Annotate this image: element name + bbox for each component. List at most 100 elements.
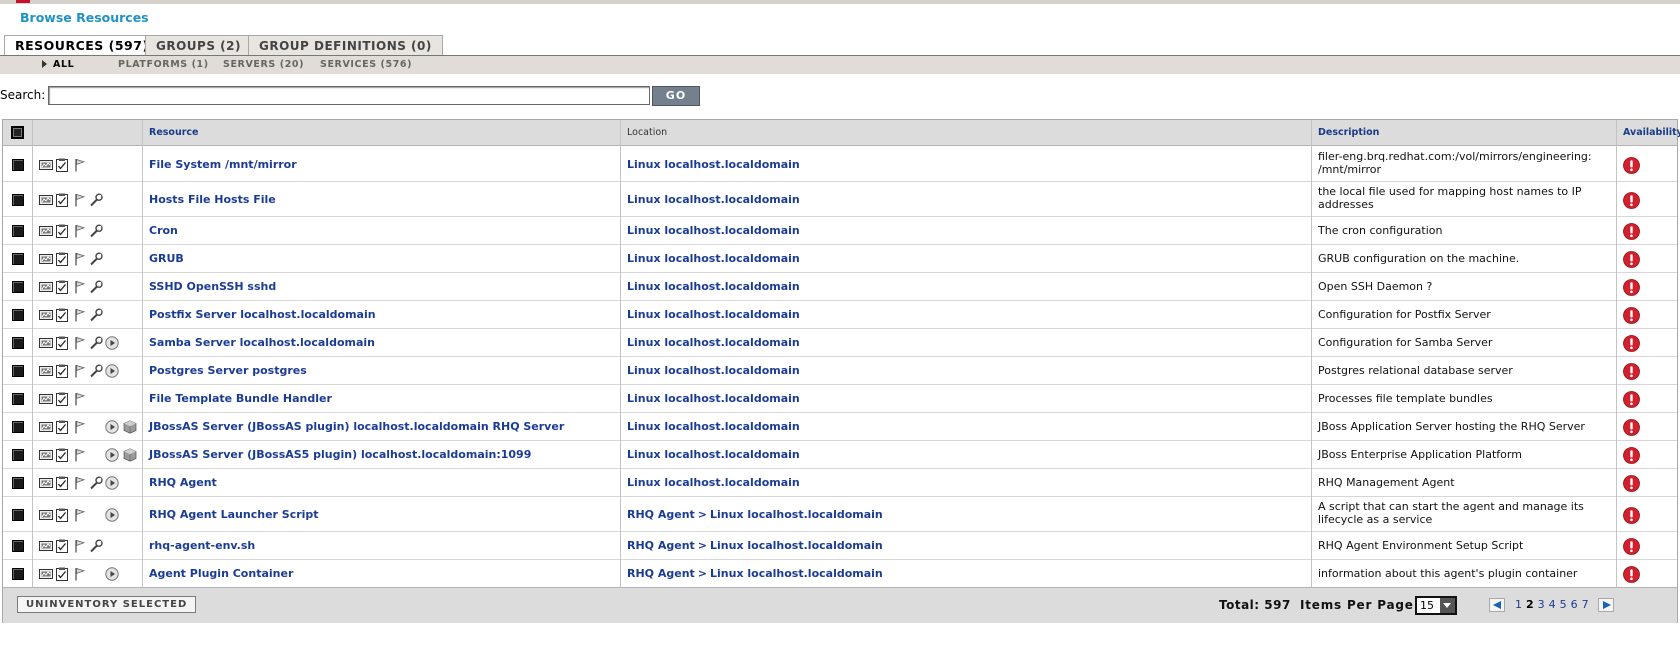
row-checkbox[interactable] [12, 281, 24, 293]
monitor-icon[interactable] [39, 280, 53, 294]
configure-icon[interactable] [89, 364, 103, 378]
location-link[interactable]: Linux localhost.localdomain [627, 280, 800, 293]
resource-link[interactable]: rhq-agent-env.sh [149, 539, 255, 552]
items-per-page-select[interactable]: 15 [1415, 596, 1457, 615]
inventory-icon[interactable] [55, 252, 69, 266]
inventory-icon[interactable] [55, 158, 69, 172]
monitor-icon[interactable] [39, 420, 53, 434]
inventory-icon[interactable] [55, 392, 69, 406]
alert-icon[interactable] [73, 224, 87, 238]
tab-group-definitions[interactable]: GROUP DEFINITIONS (0) [248, 35, 443, 56]
configure-icon[interactable] [89, 252, 103, 266]
operation-icon[interactable] [105, 364, 119, 378]
row-checkbox[interactable] [12, 365, 24, 377]
alert-icon[interactable] [73, 539, 87, 553]
inventory-icon[interactable] [55, 420, 69, 434]
row-checkbox[interactable] [12, 540, 24, 552]
resource-link[interactable]: Postgres Server postgres [149, 364, 307, 377]
resource-link[interactable]: JBossAS Server (JBossAS plugin) localhos… [149, 420, 564, 433]
row-checkbox[interactable] [12, 225, 24, 237]
inventory-icon[interactable] [55, 539, 69, 553]
alert-icon[interactable] [73, 476, 87, 490]
resource-link[interactable]: Agent Plugin Container [149, 567, 293, 580]
resource-link[interactable]: File System /mnt/mirror [149, 158, 297, 171]
location-link[interactable]: RHQ Agent [627, 567, 695, 580]
resource-link[interactable]: Hosts File Hosts File [149, 193, 276, 206]
inventory-icon[interactable] [55, 280, 69, 294]
operation-icon[interactable] [105, 420, 119, 434]
configure-icon[interactable] [89, 539, 103, 553]
select-all-checkbox[interactable] [11, 126, 24, 139]
location-link[interactable]: Linux localhost.localdomain [627, 476, 800, 489]
row-checkbox[interactable] [12, 393, 24, 405]
row-checkbox[interactable] [12, 508, 24, 521]
inventory-icon[interactable] [55, 224, 69, 238]
resource-link[interactable]: RHQ Agent Launcher Script [149, 508, 319, 521]
inventory-icon[interactable] [55, 448, 69, 462]
monitor-icon[interactable] [39, 364, 53, 378]
operation-icon[interactable] [105, 476, 119, 490]
page-link[interactable]: 7 [1580, 598, 1591, 611]
inventory-icon[interactable] [55, 193, 69, 207]
alert-icon[interactable] [73, 420, 87, 434]
row-checkbox[interactable] [12, 309, 24, 321]
row-checkbox[interactable] [12, 337, 24, 349]
configure-icon[interactable] [89, 280, 103, 294]
configure-icon[interactable] [89, 476, 103, 490]
subtab-platforms[interactable]: PLATFORMS (1) [118, 59, 209, 70]
row-checkbox[interactable] [12, 421, 24, 433]
resource-link[interactable]: SSHD OpenSSH sshd [149, 280, 276, 293]
resource-link[interactable]: File Template Bundle Handler [149, 392, 332, 405]
page-link[interactable]: 4 [1547, 598, 1558, 611]
resource-link[interactable]: GRUB [149, 252, 184, 265]
location-link[interactable]: Linux localhost.localdomain [627, 158, 800, 171]
operation-icon[interactable] [105, 448, 119, 462]
operation-icon[interactable] [105, 336, 119, 350]
location-link[interactable]: Linux localhost.localdomain [627, 193, 800, 206]
column-resource[interactable]: Resource [145, 120, 198, 146]
monitor-icon[interactable] [39, 539, 53, 553]
location-link[interactable]: Linux localhost.localdomain [627, 448, 800, 461]
row-checkbox[interactable] [12, 449, 24, 461]
location-link[interactable]: Linux localhost.localdomain [627, 364, 800, 377]
subtab-services[interactable]: SERVICES (576) [320, 59, 412, 70]
configure-icon[interactable] [89, 308, 103, 322]
location-link[interactable]: Linux localhost.localdomain [627, 224, 800, 237]
search-input[interactable] [48, 86, 650, 105]
alert-icon[interactable] [73, 392, 87, 406]
location-link[interactable]: Linux localhost.localdomain [627, 392, 800, 405]
inventory-icon[interactable] [55, 567, 69, 581]
monitor-icon[interactable] [39, 308, 53, 322]
operation-icon[interactable] [105, 507, 119, 522]
alert-icon[interactable] [73, 448, 87, 462]
resource-link[interactable]: Samba Server localhost.localdomain [149, 336, 375, 349]
monitor-icon[interactable] [39, 336, 53, 350]
location-link[interactable]: Linux localhost.localdomain [627, 308, 800, 321]
configure-icon[interactable] [89, 192, 103, 207]
alert-icon[interactable] [73, 158, 87, 172]
uninventory-selected-button[interactable]: UNINVENTORY SELECTED [17, 596, 197, 613]
monitor-icon[interactable] [39, 224, 53, 238]
location-link[interactable]: RHQ Agent [627, 508, 695, 521]
monitor-icon[interactable] [39, 476, 53, 490]
page-link[interactable]: 3 [1536, 598, 1547, 611]
location-link[interactable]: Linux localhost.localdomain [627, 336, 800, 349]
inventory-icon[interactable] [55, 508, 69, 522]
alert-icon[interactable] [73, 336, 87, 350]
column-availability[interactable]: Availability [1619, 120, 1680, 146]
monitor-icon[interactable] [39, 448, 53, 462]
row-checkbox[interactable] [12, 158, 24, 171]
row-checkbox[interactable] [12, 568, 24, 580]
alert-icon[interactable] [73, 308, 87, 322]
inventory-icon[interactable] [55, 476, 69, 490]
location-link[interactable]: RHQ Agent [627, 539, 695, 552]
monitor-icon[interactable] [39, 508, 53, 522]
resource-link[interactable]: JBossAS Server (JBossAS5 plugin) localho… [149, 448, 531, 461]
go-button[interactable]: GO [652, 86, 700, 106]
monitor-icon[interactable] [39, 158, 53, 172]
alert-icon[interactable] [73, 193, 87, 207]
alert-icon[interactable] [73, 280, 87, 294]
page-link[interactable]: 1 [1513, 598, 1524, 611]
alert-icon[interactable] [73, 252, 87, 266]
next-page-arrow-icon[interactable] [1598, 598, 1614, 612]
